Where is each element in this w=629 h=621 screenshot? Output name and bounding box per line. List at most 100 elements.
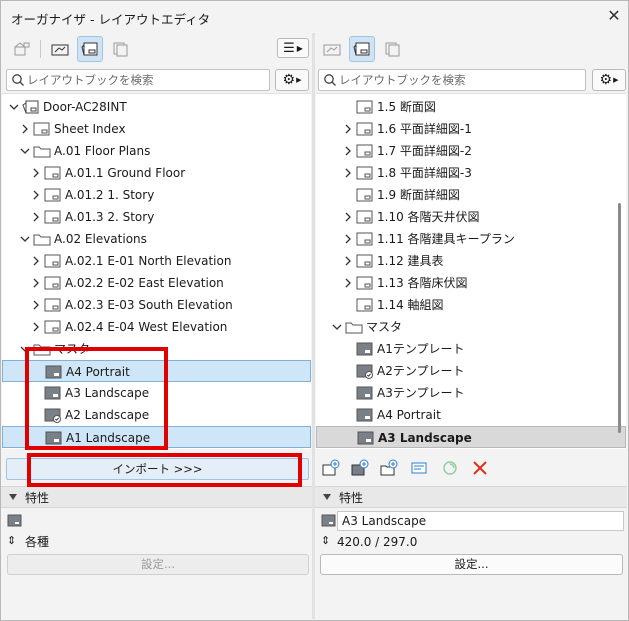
new-layout-icon[interactable]	[320, 457, 342, 479]
tree-row[interactable]: A.02.3 E-03 South Elevation	[2, 294, 311, 316]
folder-icon	[345, 319, 363, 335]
view-map-tab-icon[interactable]	[319, 36, 345, 62]
properties-title: 特性	[25, 491, 50, 505]
tree-row[interactable]: A.02.2 E-02 East Elevation	[2, 272, 311, 294]
tree-row[interactable]: 1.9 断面詳細図	[316, 184, 626, 206]
search-input[interactable]	[339, 72, 559, 88]
tree-row[interactable]: 1.5 断面図	[316, 96, 626, 118]
new-master-icon[interactable]	[349, 457, 371, 479]
tree-row[interactable]: Sheet Index	[2, 118, 311, 140]
properties-icon[interactable]	[408, 457, 430, 479]
tree-row[interactable]: 1.14 軸組図	[316, 294, 626, 316]
tree-row[interactable]: A.01.1 Ground Floor	[2, 162, 311, 184]
chevron-down-icon[interactable]	[8, 101, 20, 113]
highlight-box-import	[27, 453, 302, 487]
settings-button[interactable]: 設定...	[320, 554, 623, 575]
tree-row[interactable]: マスタ	[316, 316, 626, 338]
tree-row[interactable]: A.01 Floor Plans	[2, 140, 311, 162]
scrollbar-thumb[interactable]	[618, 203, 621, 433]
chevron-right-icon[interactable]	[30, 189, 42, 201]
tree-row[interactable]: A.01.3 2. Story	[2, 206, 311, 228]
tree-row[interactable]: A3 Landscape	[316, 426, 626, 448]
layout-icon	[356, 253, 374, 269]
layout-icon	[356, 275, 374, 291]
tree-row[interactable]: A.01.2 1. Story	[2, 184, 311, 206]
new-folder-icon[interactable]	[378, 457, 400, 479]
chevron-right-icon[interactable]	[30, 255, 42, 267]
gear-icon: ⚙	[599, 72, 613, 88]
chevron-down-icon[interactable]	[19, 145, 31, 157]
view-map-tab-icon[interactable]	[47, 36, 73, 62]
project-map-tab-icon[interactable]	[9, 36, 35, 62]
tree-row[interactable]: 1.13 各階床伏図	[316, 272, 626, 294]
properties-header[interactable]: 特性	[1, 486, 312, 508]
chevron-right-icon[interactable]	[30, 167, 42, 179]
tree-row[interactable]: A2テンプレート	[316, 360, 626, 382]
chevron-right-icon[interactable]	[30, 277, 42, 289]
search-box[interactable]	[6, 69, 270, 91]
tree-row-label: A.01.2 1. Story	[65, 188, 155, 202]
options-menu-button[interactable]: ☰ ▶	[277, 38, 309, 58]
tree-row[interactable]: Door-AC28INT	[2, 96, 311, 118]
chevron-right-icon[interactable]	[342, 211, 354, 223]
view-options-button[interactable]: ⚙ ▶	[275, 69, 309, 91]
chevron-right-icon[interactable]	[342, 167, 354, 179]
tree-row[interactable]: A3テンプレート	[316, 382, 626, 404]
chevron-right-icon[interactable]	[342, 233, 354, 245]
tree-row[interactable]: 1.6 平面詳細図-1	[316, 118, 626, 140]
tree-row-label: 1.9 断面詳細図	[377, 188, 460, 202]
tree-row-label: A.02 Elevations	[54, 232, 147, 246]
master-name-field[interactable]: A3 Landscape	[337, 511, 624, 531]
chevron-right-icon[interactable]	[342, 277, 354, 289]
tree-row[interactable]: A.02 Elevations	[2, 228, 311, 250]
update-icon[interactable]	[439, 457, 461, 479]
view-options-button[interactable]: ⚙ ▶	[592, 69, 626, 91]
tree-row-label: A.02.3 E-03 South Elevation	[65, 298, 233, 312]
chevron-right-icon[interactable]	[30, 211, 42, 223]
delete-icon[interactable]	[469, 457, 491, 479]
tree-row-label: 1.6 平面詳細図-1	[377, 122, 472, 136]
title-bar: オーガナイザ - レイアウトエディタ ✕	[1, 1, 628, 33]
search-icon	[12, 74, 24, 86]
menu-icon: ☰	[283, 40, 295, 56]
publisher-sets-tab-icon[interactable]	[379, 36, 405, 62]
chevron-right-icon[interactable]	[30, 321, 42, 333]
chevron-right-icon[interactable]	[19, 123, 31, 135]
properties-header[interactable]: 特性	[315, 486, 627, 508]
chevron-right-icon[interactable]	[342, 145, 354, 157]
tree-row[interactable]: A4 Portrait	[316, 404, 626, 426]
layout-book-tab-icon[interactable]	[77, 36, 103, 62]
tree-row[interactable]: A1テンプレート	[316, 338, 626, 360]
layout-book-tab-icon[interactable]	[349, 36, 375, 62]
tree-row[interactable]: 1.7 平面詳細図-2	[316, 140, 626, 162]
right-prop-name-row: A3 Landscape	[315, 511, 627, 531]
layout-icon	[44, 319, 62, 335]
tree-row-label: A.01.3 2. Story	[65, 210, 155, 224]
chevron-right-icon[interactable]	[342, 255, 354, 267]
tree-row[interactable]: 1.12 建具表	[316, 250, 626, 272]
layout-icon	[44, 297, 62, 313]
project-icon	[22, 99, 40, 115]
layout-icon	[44, 275, 62, 291]
properties-title: 特性	[339, 491, 364, 505]
chevron-right-icon[interactable]	[30, 299, 42, 311]
tree-row-label: A1テンプレート	[377, 342, 465, 356]
search-input[interactable]	[27, 72, 247, 88]
chevron-down-icon[interactable]	[19, 233, 31, 245]
tree-row[interactable]: 1.11 各階建具キープラン	[316, 228, 626, 250]
close-icon[interactable]: ✕	[605, 7, 623, 25]
master-icon	[321, 514, 336, 527]
tree-row-label: 1.8 平面詳細図-3	[377, 166, 472, 180]
tree-row[interactable]: 1.10 各階天井伏図	[316, 206, 626, 228]
tree-row[interactable]: A.02.4 E-04 West Elevation	[2, 316, 311, 338]
search-box[interactable]	[318, 69, 586, 91]
tree-row-label: Sheet Index	[54, 122, 126, 136]
right-prop-size-row: ⇕ 420.0 / 297.0	[315, 532, 627, 552]
tree-row-label: A2テンプレート	[377, 364, 465, 378]
chevron-down-icon[interactable]	[331, 321, 343, 333]
publisher-sets-tab-icon[interactable]	[107, 36, 133, 62]
settings-button[interactable]: 設定...	[7, 554, 309, 575]
chevron-right-icon[interactable]	[342, 123, 354, 135]
tree-row[interactable]: 1.8 平面詳細図-3	[316, 162, 626, 184]
tree-row[interactable]: A.02.1 E-01 North Elevation	[2, 250, 311, 272]
